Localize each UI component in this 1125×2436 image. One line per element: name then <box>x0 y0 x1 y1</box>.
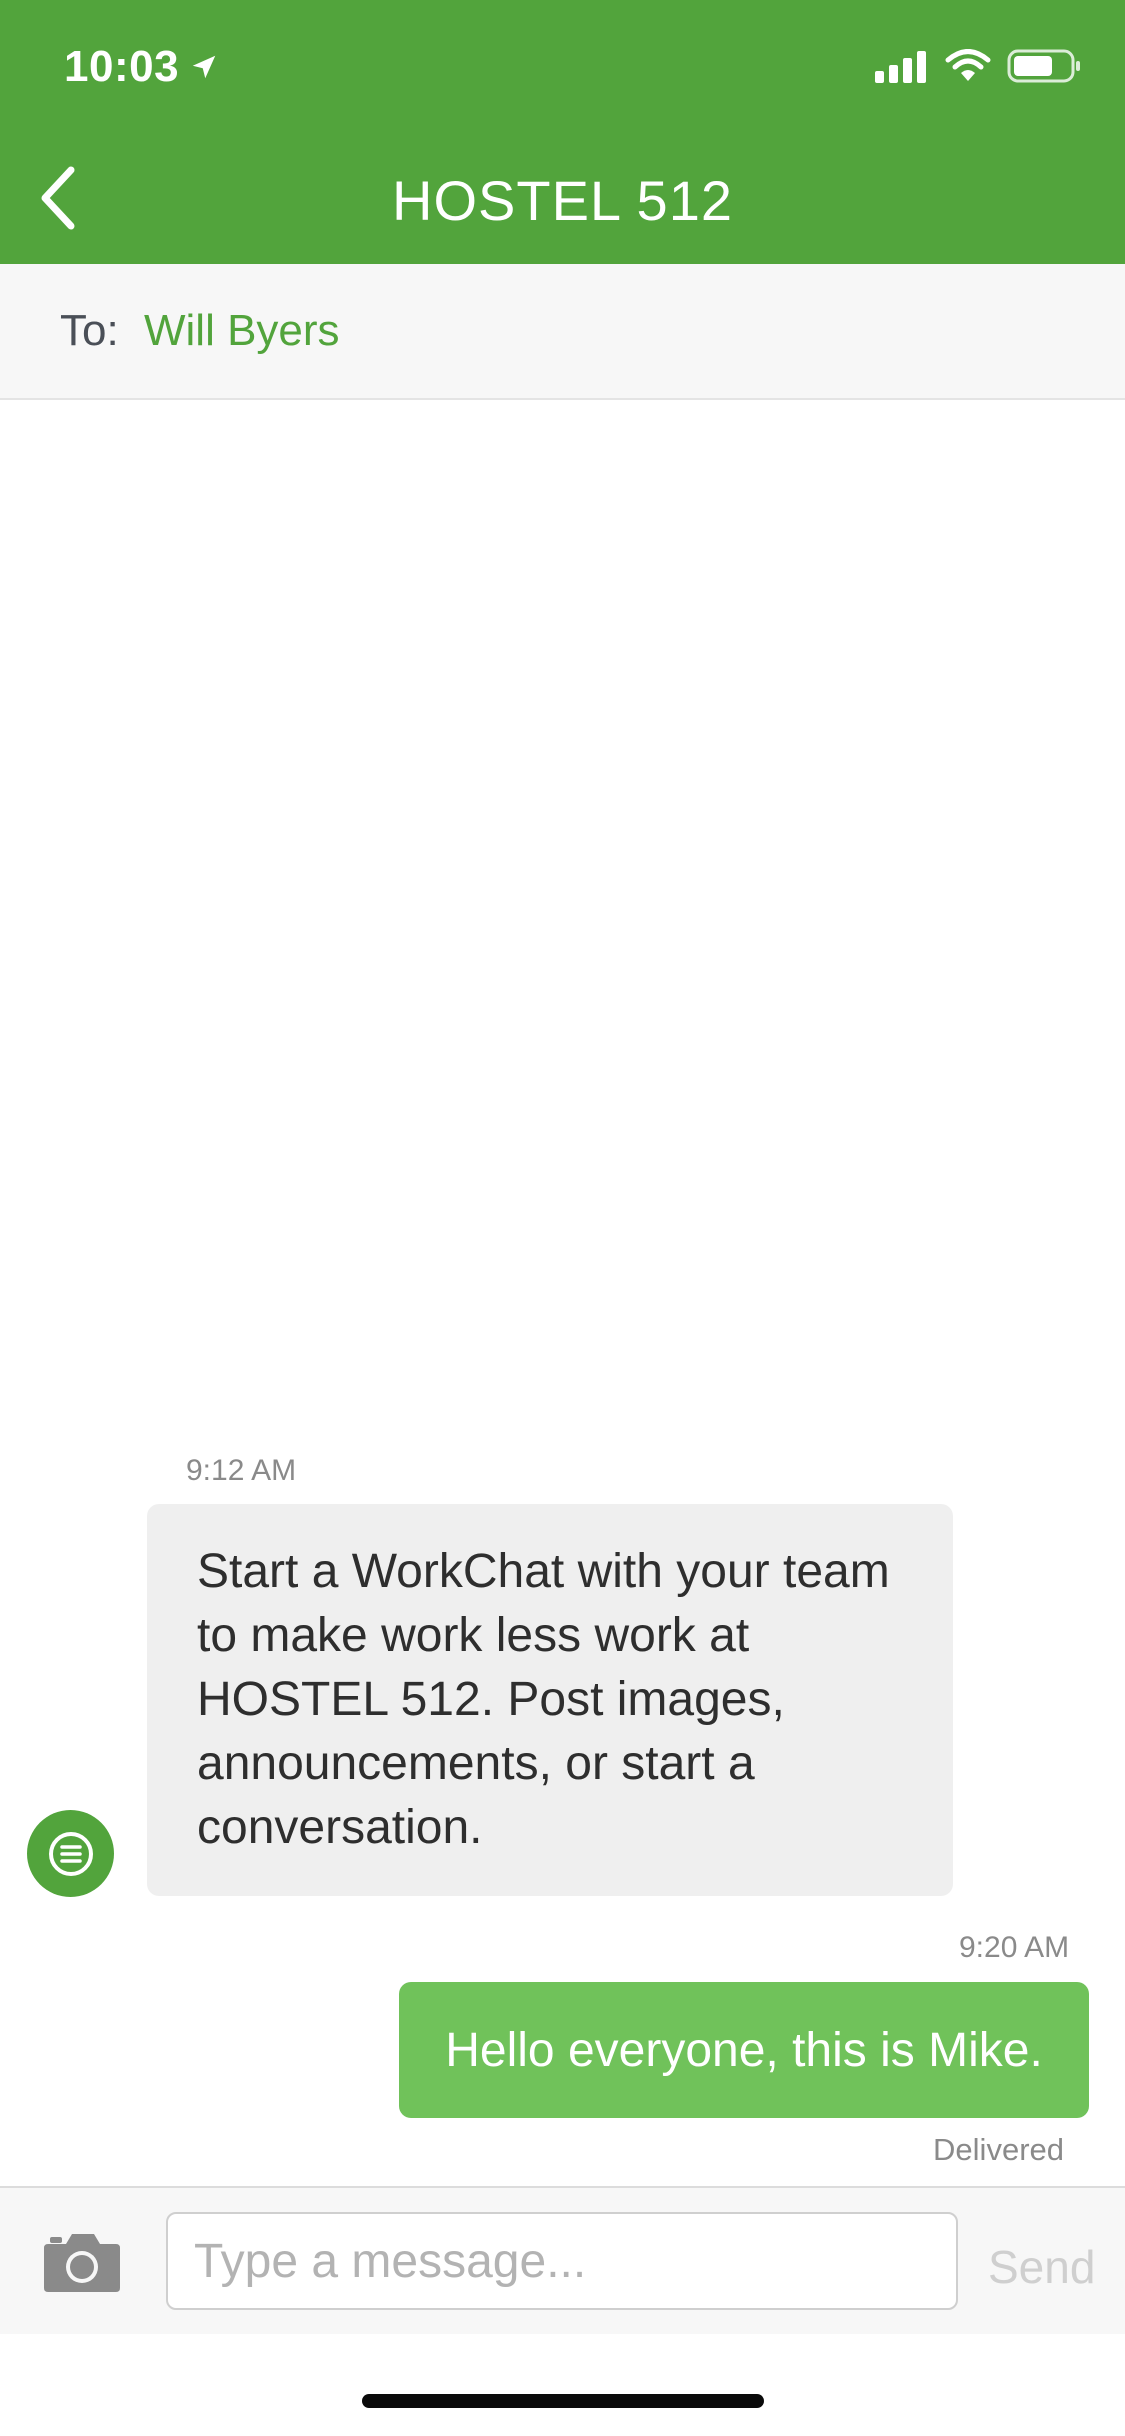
message-timestamp: 9:12 AM <box>186 1454 297 1487</box>
status-indicators <box>875 48 1083 84</box>
avatar[interactable] <box>27 1810 114 1897</box>
status-time: 10:03 <box>64 42 219 92</box>
composer-bar: Send <box>0 2186 1125 2334</box>
page-title: HOSTEL 512 <box>392 169 733 232</box>
outgoing-message-text: Hello everyone, this is Mike. <box>445 2023 1043 2077</box>
wifi-icon <box>945 49 991 81</box>
delivery-status: Delivered <box>933 2132 1064 2167</box>
message-input[interactable] <box>166 2212 958 2310</box>
app-header: 10:03 HOSTEL 512 <box>0 0 1125 264</box>
signal-icon <box>875 51 926 83</box>
battery-icon <box>1007 49 1080 83</box>
location-arrow-icon <box>192 55 216 79</box>
send-button[interactable]: Send <box>988 2240 1095 2294</box>
chat-list-icon <box>48 1831 93 1876</box>
recipient-label: To: <box>60 306 119 355</box>
recipient-bar: To: Will Byers <box>0 264 1125 400</box>
message-timestamp: 9:20 AM <box>959 1931 1070 1964</box>
recipient-name[interactable]: Will Byers <box>144 306 340 356</box>
camera-button[interactable] <box>42 2230 122 2294</box>
home-indicator <box>362 2394 764 2408</box>
incoming-message-bubble: Start a WorkChat with your team to make … <box>147 1504 953 1896</box>
camera-icon <box>44 2234 120 2292</box>
outgoing-message-bubble: Hello everyone, this is Mike. <box>399 1982 1089 2118</box>
